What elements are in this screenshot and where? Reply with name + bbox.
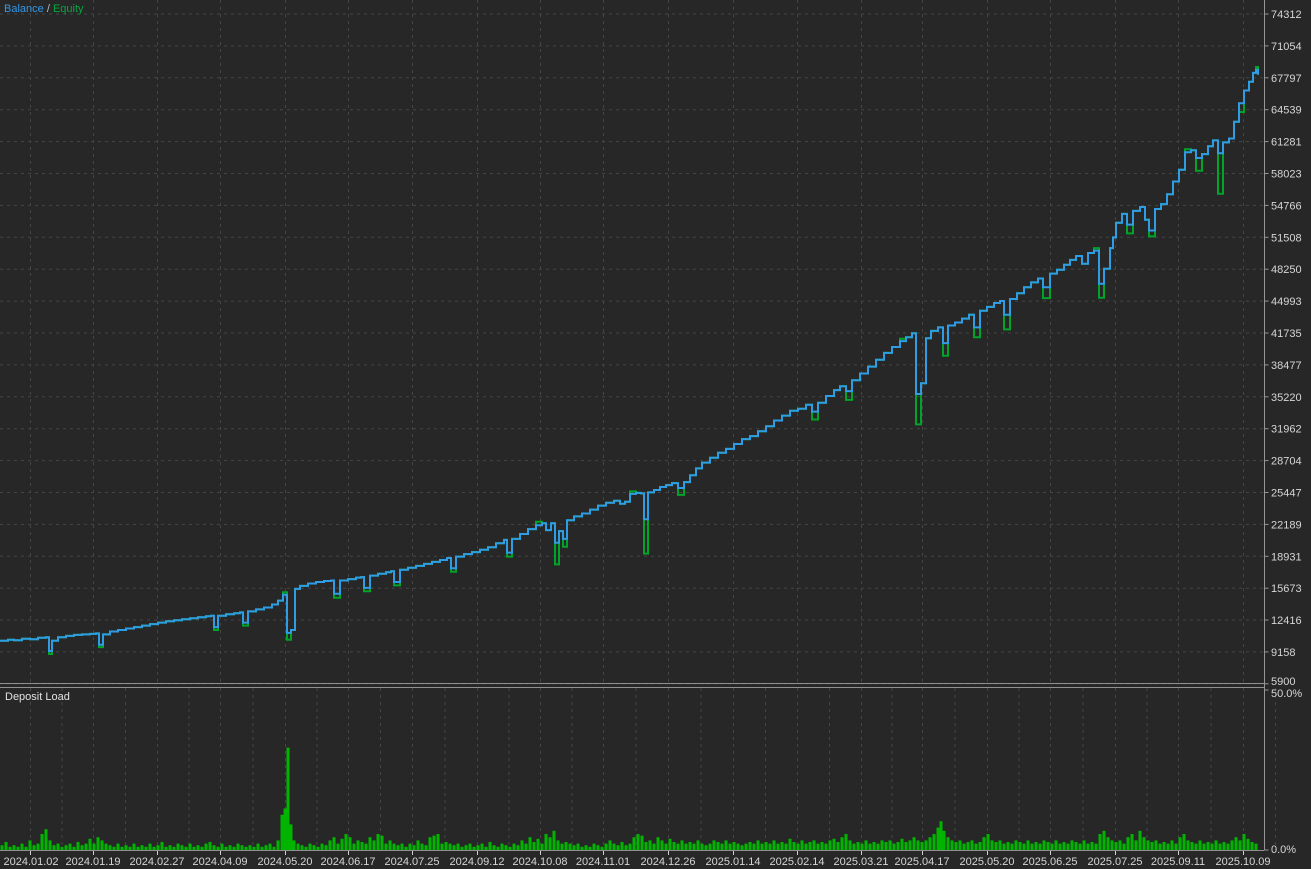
svg-text:2024.05.20: 2024.05.20 (257, 856, 312, 868)
chart-background (0, 0, 1311, 869)
svg-text:28704: 28704 (1271, 456, 1302, 468)
svg-text:2024.01.19: 2024.01.19 (65, 856, 120, 868)
svg-text:61281: 61281 (1271, 137, 1302, 149)
svg-text:2025.04.17: 2025.04.17 (894, 856, 949, 868)
svg-text:67797: 67797 (1271, 73, 1302, 85)
balance-equity-chart-canvas[interactable]: 74312 71054 67797 64539 61281 58023 54766 51508… (0, 0, 1311, 869)
svg-text:2024.10.08: 2024.10.08 (512, 856, 567, 868)
svg-text:2024.07.25: 2024.07.25 (384, 856, 439, 868)
svg-text:35220: 35220 (1271, 392, 1302, 404)
svg-text:2024.09.12: 2024.09.12 (449, 856, 504, 868)
svg-text:2025.10.09: 2025.10.09 (1215, 856, 1270, 868)
svg-text:44993: 44993 (1271, 296, 1302, 308)
svg-text:15673: 15673 (1271, 583, 1302, 595)
svg-text:64539: 64539 (1271, 105, 1302, 117)
svg-text:22189: 22189 (1271, 519, 1302, 531)
svg-text:2024.12.26: 2024.12.26 (640, 856, 695, 868)
svg-text:2025.06.25: 2025.06.25 (1022, 856, 1077, 868)
svg-text:5900: 5900 (1271, 676, 1295, 688)
svg-text:58023: 58023 (1271, 169, 1302, 181)
svg-text:48250: 48250 (1271, 264, 1302, 276)
chart-legend: Balance / Equity (4, 3, 84, 16)
svg-text:2025.02.14: 2025.02.14 (769, 856, 824, 868)
svg-text:2024.02.27: 2024.02.27 (129, 856, 184, 868)
svg-text:2025.05.20: 2025.05.20 (959, 856, 1014, 868)
svg-text:2025.01.14: 2025.01.14 (705, 856, 760, 868)
svg-text:38477: 38477 (1271, 360, 1302, 372)
svg-text:2025.07.25: 2025.07.25 (1087, 856, 1142, 868)
svg-text:9158: 9158 (1271, 647, 1295, 659)
svg-text:74312: 74312 (1271, 9, 1302, 21)
strategy-tester-graph-window: 74312 71054 67797 64539 61281 58023 54766 51508… (0, 0, 1311, 869)
svg-text:12416: 12416 (1271, 615, 1302, 627)
svg-text:51508: 51508 (1271, 232, 1302, 244)
svg-text:25447: 25447 (1271, 488, 1302, 500)
legend-equity-label[interactable]: Equity (53, 3, 84, 15)
deposit-max-label: 50.0% (1271, 688, 1303, 700)
svg-text:2025.03.21: 2025.03.21 (833, 856, 888, 868)
svg-text:2024.04.09: 2024.04.09 (192, 856, 247, 868)
deposit-min-label: 0.0% (1271, 844, 1297, 856)
svg-text:2024.11.01: 2024.11.01 (576, 856, 630, 868)
svg-text:54766: 54766 (1271, 200, 1302, 212)
legend-balance-label[interactable]: Balance (4, 3, 44, 15)
svg-text:41735: 41735 (1271, 328, 1302, 340)
svg-text:18931: 18931 (1271, 551, 1302, 563)
deposit-load-title: Deposit Load (5, 691, 70, 703)
legend-separator: / (43, 3, 53, 15)
svg-text:71054: 71054 (1271, 41, 1302, 53)
svg-text:2025.09.11: 2025.09.11 (1151, 856, 1205, 868)
svg-text:2024.01.02: 2024.01.02 (3, 856, 58, 868)
svg-text:31962: 31962 (1271, 424, 1302, 436)
svg-text:2024.06.17: 2024.06.17 (320, 856, 375, 868)
